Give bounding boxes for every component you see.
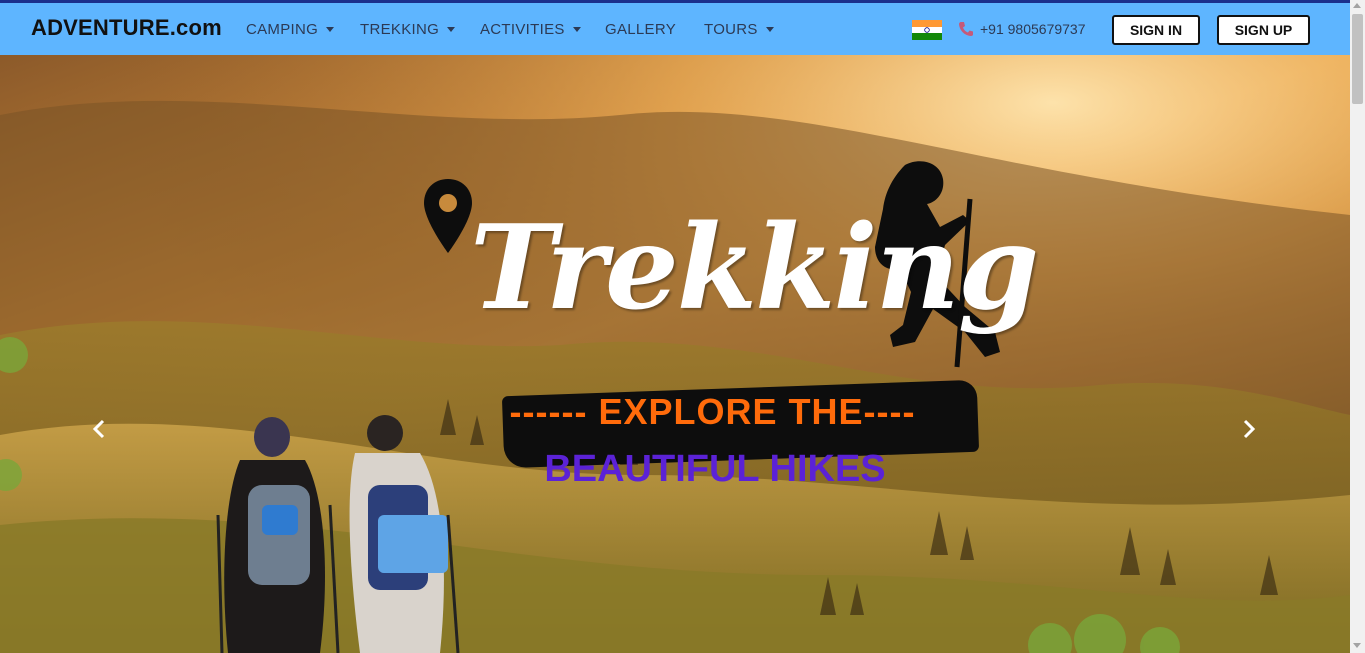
phone-contact[interactable]: +91 9805679737 xyxy=(958,21,1086,37)
map-pin-icon xyxy=(424,179,472,253)
nav-camping[interactable]: CAMPING xyxy=(246,21,335,38)
nav-tours[interactable]: TOURS xyxy=(704,21,774,38)
nav-tours-label: TOURS xyxy=(704,21,758,38)
brand-logo[interactable]: ADVENTURE.com xyxy=(31,15,222,41)
chevron-down-icon xyxy=(765,27,774,32)
nav-gallery-label: GALLERY xyxy=(605,21,677,38)
hero-tagline-explore: ------ EXPLORE THE---- xyxy=(509,391,916,432)
nav-trekking-label: TREKKING xyxy=(360,21,440,38)
scroll-down-arrow-icon[interactable] xyxy=(1353,643,1361,648)
chevron-down-icon xyxy=(326,27,335,32)
hero-carousel: Trekking ------ EXPLORE THE---- BEAUTIFU… xyxy=(0,55,1350,653)
phone-icon xyxy=(959,22,973,36)
hero-tagline-hikes: BEAUTIFUL HIKES xyxy=(544,448,886,490)
nav-activities-label: ACTIVITIES xyxy=(480,21,565,38)
scroll-up-arrow-icon[interactable] xyxy=(1353,3,1361,8)
navbar: ADVENTURE.com CAMPING TREKKING ACTIVITIE… xyxy=(0,3,1350,55)
chevron-down-icon xyxy=(572,27,581,32)
chevron-right-icon[interactable] xyxy=(1236,417,1260,441)
nav-camping-label: CAMPING xyxy=(246,21,319,38)
hero-title: Trekking xyxy=(470,200,1039,336)
india-flag-icon xyxy=(912,20,942,40)
sign-up-button[interactable]: SIGN UP xyxy=(1217,15,1310,45)
chevron-down-icon xyxy=(447,27,456,32)
nav-gallery[interactable]: GALLERY xyxy=(605,21,676,38)
nav-trekking[interactable]: TREKKING xyxy=(360,21,456,38)
hero-background-image xyxy=(0,55,1350,653)
sign-in-button[interactable]: SIGN IN xyxy=(1112,15,1200,45)
phone-number: +91 9805679737 xyxy=(980,21,1086,37)
scrollbar-thumb[interactable] xyxy=(1352,14,1363,104)
chevron-left-icon[interactable] xyxy=(88,417,112,441)
nav-activities[interactable]: ACTIVITIES xyxy=(480,21,581,38)
